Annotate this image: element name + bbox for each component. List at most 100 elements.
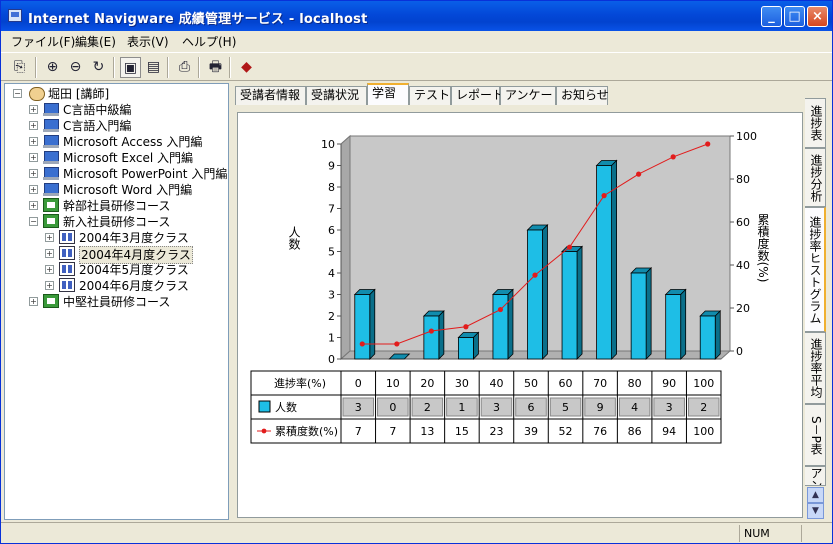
- tab-6[interactable]: お知らせ: [556, 86, 609, 105]
- bar: [458, 337, 474, 360]
- tab-0[interactable]: 受講者情報: [235, 86, 306, 105]
- tab-2[interactable]: 学習: [367, 83, 409, 105]
- legend-bar-label: 人数: [275, 401, 297, 414]
- y-tick-label: 4: [328, 267, 335, 280]
- instructor-icon: [29, 87, 45, 101]
- tree-item-label[interactable]: Microsoft Excel 入門編: [63, 150, 193, 166]
- course-icon: [43, 102, 59, 116]
- tree-expander-icon[interactable]: +: [29, 153, 38, 162]
- connect-icon[interactable]: ⎘: [9, 57, 30, 78]
- bar-side: [473, 331, 479, 360]
- tree-expander-icon[interactable]: −: [29, 217, 38, 226]
- app-icon[interactable]: [8, 9, 22, 22]
- tab-1[interactable]: 受講状況: [306, 86, 367, 105]
- report-icon[interactable]: ⎙: [174, 57, 195, 78]
- side-tab-5[interactable]: アン: [805, 466, 826, 486]
- minimize-button[interactable]: _: [761, 6, 782, 27]
- legend-bar-swatch: [258, 400, 271, 413]
- tree-expander-icon[interactable]: +: [45, 281, 54, 290]
- zoom-in-icon[interactable]: ⊕: [42, 57, 63, 78]
- tree-item-label[interactable]: C言語入門編: [63, 118, 131, 134]
- legend-line-label: 累積度数(%): [275, 424, 338, 438]
- tree-item-label[interactable]: 中堅社員研修コース: [63, 294, 170, 310]
- course-icon: [43, 150, 59, 164]
- cumulative-point: [394, 341, 400, 347]
- cumulative-point: [497, 306, 504, 313]
- tree-item-label[interactable]: Microsoft Word 入門編: [63, 182, 192, 198]
- tree-item-label[interactable]: Microsoft PowerPoint 入門編: [63, 166, 227, 182]
- course-icon: [43, 166, 59, 180]
- tree-item-label[interactable]: C言語中級編: [63, 102, 131, 118]
- tree-expander-icon[interactable]: +: [29, 137, 38, 146]
- class-icon: [59, 230, 75, 244]
- num-lock-indicator: NUM: [739, 525, 801, 542]
- view-mode-b-icon[interactable]: ▤: [143, 57, 164, 78]
- y-tick-label: 5: [328, 246, 335, 259]
- tree-expander-icon[interactable]: +: [29, 201, 38, 210]
- window-title: Internet Navigware 成績管理サービス - localhost: [28, 12, 368, 27]
- line-data-label: 52: [559, 425, 573, 438]
- tree-item-label[interactable]: Microsoft Access 入門編: [63, 134, 202, 150]
- book-icon[interactable]: ◆: [236, 57, 257, 78]
- menu-file[interactable]: ファイル(F): [11, 33, 75, 50]
- data-table-xlabel: 進捗率(%): [274, 376, 326, 390]
- tree-expander-icon[interactable]: +: [29, 105, 38, 114]
- tree-item-label[interactable]: 幹部社員研修コース: [63, 198, 170, 214]
- title-bar[interactable]: Internet Navigware 成績管理サービス - localhost …: [1, 1, 832, 31]
- category-label: 80: [628, 377, 642, 390]
- tree-expander-icon[interactable]: +: [45, 265, 54, 274]
- line-data-label: 76: [593, 425, 607, 438]
- bar-data-label: 3: [355, 401, 362, 414]
- y2-axis-title: 累積度数(%): [756, 213, 770, 282]
- bar-data-label: 3: [493, 401, 500, 414]
- tree-expander-icon[interactable]: +: [45, 233, 54, 242]
- view-mode-a-icon[interactable]: ▣: [120, 57, 141, 78]
- bar-side: [438, 310, 445, 360]
- line-data-label: 23: [489, 425, 503, 438]
- tree-item-label[interactable]: 新入社員研修コース: [63, 214, 170, 230]
- y-tick-label: 1: [328, 332, 335, 345]
- menu-view[interactable]: 表示(V): [127, 33, 169, 50]
- category-label: 60: [559, 377, 573, 390]
- zoom-out-icon[interactable]: ⊖: [65, 57, 86, 78]
- side-tab-0[interactable]: 進捗表: [805, 98, 826, 148]
- side-tabs-scroll-up[interactable]: ▲: [807, 487, 824, 503]
- tree-expander-icon[interactable]: +: [29, 297, 38, 306]
- tree-expander-icon[interactable]: +: [45, 249, 54, 258]
- tree-expander-icon[interactable]: +: [29, 185, 38, 194]
- menu-edit[interactable]: 編集(E): [75, 33, 116, 50]
- tree-item-label[interactable]: 2004年5月度クラス: [79, 262, 189, 278]
- course-icon: [43, 118, 59, 132]
- status-bar: NUM: [1, 522, 832, 543]
- course-tree[interactable]: − 堀田 [講師] + C言語中級編 + C言語入門編 + Microsoft Acces…: [4, 83, 229, 520]
- side-tabs-scroll-down[interactable]: ▼: [807, 503, 824, 519]
- refresh-icon[interactable]: ↻: [88, 57, 109, 78]
- category-label: 0: [355, 377, 362, 390]
- class-icon: [59, 246, 75, 260]
- tree-expander-icon[interactable]: +: [29, 169, 38, 178]
- side-tab-1[interactable]: 進捗分析: [805, 148, 826, 207]
- close-button[interactable]: ×: [807, 6, 828, 27]
- print-icon[interactable]: 🖶: [205, 57, 226, 78]
- tree-item-label[interactable]: 2004年6月度クラス: [79, 278, 189, 294]
- tab-3[interactable]: テスト: [409, 86, 451, 105]
- tree-root-label[interactable]: 堀田 [講師]: [48, 86, 109, 102]
- tree-expander-icon[interactable]: +: [29, 121, 38, 130]
- bar-data-label: 2: [424, 401, 431, 414]
- tab-5[interactable]: アンケート: [500, 86, 565, 105]
- category-label: 90: [662, 377, 676, 390]
- tab-4[interactable]: レポート: [451, 86, 504, 105]
- side-tab-4[interactable]: S－P表: [805, 404, 826, 466]
- y-tick-label: 8: [328, 181, 335, 194]
- side-tab-3[interactable]: 進捗率平均: [805, 332, 826, 404]
- group-icon: [43, 214, 59, 228]
- maximize-button[interactable]: □: [784, 6, 805, 27]
- y-tick-label: 0: [328, 353, 335, 366]
- menu-help[interactable]: ヘルプ(H): [182, 33, 236, 50]
- y-tick-label: 2: [328, 310, 335, 323]
- cumulative-point: [636, 171, 642, 177]
- side-tab-2[interactable]: 進捗率ヒストグラム: [805, 207, 826, 332]
- bar: [354, 294, 371, 360]
- tree-item-label[interactable]: 2004年3月度クラス: [79, 230, 189, 246]
- bar-data-label: 3: [666, 401, 673, 414]
